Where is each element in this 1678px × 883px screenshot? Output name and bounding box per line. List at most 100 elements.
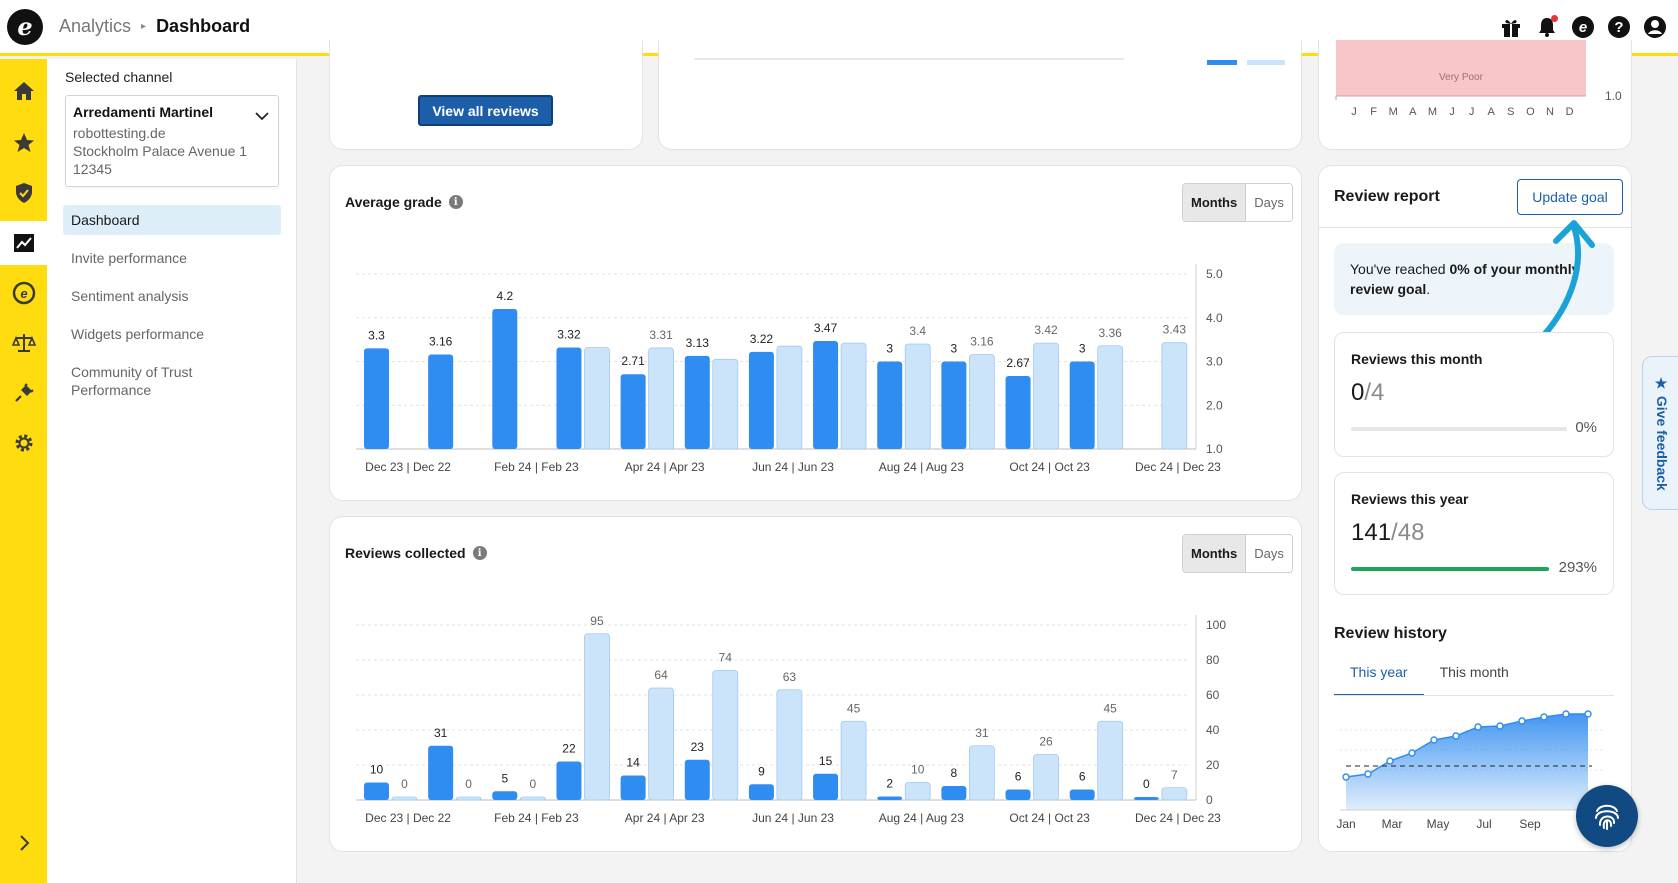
current-bar: [1069, 789, 1095, 800]
current-bar: [556, 347, 582, 449]
top-icons: e ?: [1498, 14, 1668, 40]
x-tick-label: Jul: [1476, 817, 1491, 831]
reviews-this-month-value: 0/4: [1351, 379, 1385, 406]
current-bar-label: 3.3: [368, 328, 385, 342]
star-icon[interactable]: [0, 121, 47, 165]
x-tick-label: Feb 24 | Feb 23: [494, 811, 579, 825]
previous-bar-label: 64: [654, 668, 668, 682]
current-bar-label: 6: [1015, 770, 1022, 784]
current-bar-label: 6: [1079, 770, 1086, 784]
gift-icon[interactable]: [1498, 14, 1524, 40]
current-bar: [1133, 797, 1159, 800]
previous-bar: [1161, 787, 1188, 801]
trustedshops-logo[interactable]: e: [7, 8, 43, 45]
current-bar: [428, 354, 454, 449]
previous-bar: [968, 745, 995, 801]
partial-bar: [694, 58, 1124, 60]
current-bar-label: 14: [626, 756, 640, 770]
current-bar: [877, 796, 903, 800]
y-tick-label: 20: [1206, 758, 1220, 772]
previous-bar: [968, 354, 995, 450]
grade-trend-chart: Very Poor 1.0 JFMAMJJASOND: [1335, 40, 1622, 118]
tab-this-year[interactable]: This year: [1334, 656, 1424, 696]
y-tick-label: 2.0: [1206, 398, 1223, 412]
history-point: [1452, 732, 1460, 740]
x-tick-label: Sep: [1519, 817, 1541, 831]
history-point: [1342, 773, 1350, 781]
history-point: [1386, 757, 1394, 765]
give-feedback-label: ★ Give feedback: [1654, 375, 1670, 491]
history-point: [1364, 770, 1372, 778]
y-tick-label: 4.0: [1206, 311, 1223, 325]
give-feedback-tab[interactable]: ★ Give feedback: [1642, 356, 1678, 510]
reviews-this-year-value: 141/48: [1351, 519, 1425, 546]
history-point: [1562, 710, 1570, 718]
previous-bar-label: 0: [465, 777, 472, 791]
help-icon[interactable]: ?: [1606, 14, 1632, 40]
current-bar-label: 22: [562, 742, 576, 756]
goal-prefix: You've reached: [1350, 261, 1450, 277]
account-icon[interactable]: [1642, 14, 1668, 40]
sidebar: Selected channel Arredamenti Martinel ro…: [47, 59, 297, 883]
current-bar: [620, 374, 646, 449]
previous-bar-label: 74: [719, 651, 733, 665]
channel-name: Arredamenti Martinel: [73, 104, 214, 120]
channel-address: Stockholm Palace Avenue 1: [73, 143, 248, 159]
current-bar: [941, 361, 967, 449]
y-tick-label: 80: [1206, 653, 1220, 667]
previous-bar-label: 3.16: [970, 335, 994, 349]
nav-invite-performance[interactable]: Invite performance: [63, 243, 281, 273]
nav-sentiment-analysis[interactable]: Sentiment analysis: [63, 281, 281, 311]
previous-bar-label: 3.36: [1099, 326, 1123, 340]
month-progress-pct: 0%: [1575, 419, 1597, 436]
shield-icon[interactable]: [0, 171, 47, 215]
fingerprint-button[interactable]: [1576, 785, 1638, 847]
x-tick-label: Oct 24 | Oct 23: [1009, 811, 1090, 825]
current-bar-label: 4.2: [496, 289, 513, 303]
update-goal-button[interactable]: Update goal: [1517, 179, 1623, 215]
current-bar: [620, 775, 646, 800]
current-bar: [492, 791, 518, 800]
scales-icon[interactable]: [0, 321, 47, 365]
current-bar: [941, 786, 967, 800]
previous-bar-label: 31: [975, 726, 989, 740]
year-progress-fill: [1351, 567, 1549, 571]
month-tick-label: F: [1370, 106, 1377, 118]
breadcrumb-separator-icon: ▸: [141, 21, 147, 32]
previous-bar: [584, 633, 610, 801]
chevron-down-icon: [255, 112, 269, 121]
previous-bar: [904, 782, 931, 801]
bell-icon[interactable]: [1534, 14, 1560, 40]
current-bar: [684, 759, 710, 800]
annotation-arrow-icon: [1541, 220, 1595, 338]
previous-bar-label: 0: [529, 777, 536, 791]
review-history-tabs: This year This month: [1334, 656, 1525, 696]
trustedshops-e-icon[interactable]: e: [1570, 14, 1596, 40]
current-bar: [877, 361, 903, 449]
channel-selector[interactable]: Arredamenti Martinel robottesting.de Sto…: [65, 95, 279, 187]
tabs-divider: [1334, 695, 1614, 696]
svg-text:e: e: [20, 286, 27, 301]
review-report-title: Review report: [1334, 188, 1440, 205]
current-bar-label: 8: [951, 766, 958, 780]
trustedshops-e-icon[interactable]: e: [0, 271, 47, 315]
reviews-this-year-title: Reviews this year: [1351, 491, 1469, 507]
plug-icon[interactable]: [0, 371, 47, 415]
expand-rail-icon[interactable]: [0, 821, 47, 865]
view-all-reviews-button[interactable]: View all reviews: [418, 95, 553, 126]
nav-dashboard[interactable]: Dashboard: [63, 205, 281, 235]
home-icon[interactable]: [0, 69, 47, 113]
previous-bar-label: 0: [401, 777, 408, 791]
tab-this-month[interactable]: This month: [1424, 656, 1525, 696]
month-progress-bar: [1351, 427, 1567, 431]
previous-bar-label: 3.31: [649, 328, 673, 342]
nav-widgets-performance[interactable]: Widgets performance: [63, 319, 281, 349]
analytics-icon[interactable]: [0, 221, 47, 265]
current-bar-label: 3: [1079, 342, 1086, 356]
previous-bar: [776, 689, 803, 801]
x-tick-label: Dec 23 | Dec 22: [365, 811, 451, 825]
breadcrumb-analytics[interactable]: Analytics: [59, 16, 131, 37]
x-tick-label: Jun 24 | Jun 23: [752, 811, 834, 825]
nav-community-of-trust[interactable]: Community of Trust Performance: [63, 357, 281, 405]
gear-icon[interactable]: [0, 421, 47, 465]
